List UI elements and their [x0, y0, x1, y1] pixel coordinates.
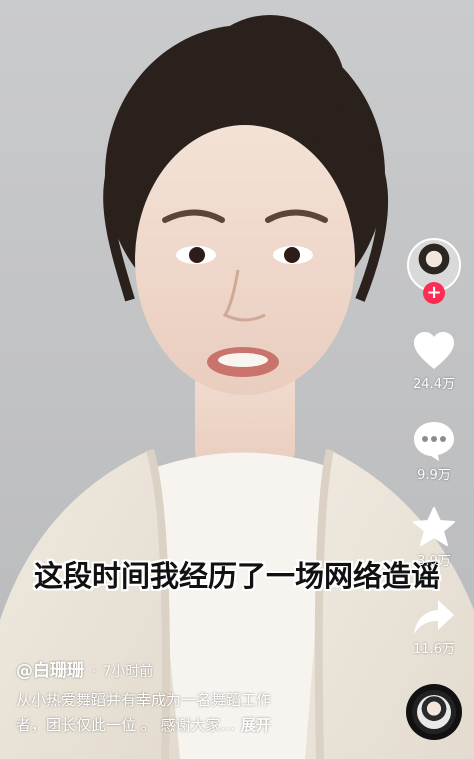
- music-disc-icon[interactable]: [406, 684, 462, 740]
- expand-caption-button[interactable]: 展开: [241, 716, 271, 734]
- meta-separator: ·: [92, 664, 97, 680]
- author-name[interactable]: @白珊珊: [16, 656, 84, 681]
- share-arrow-icon[interactable]: [412, 598, 456, 636]
- comment-button[interactable]: 9.9万: [402, 420, 466, 483]
- share-count: 11.6万: [413, 642, 455, 657]
- star-icon[interactable]: [412, 506, 456, 548]
- caption-meta: @白珊珊 · 7小时前: [16, 656, 396, 681]
- like-count: 24.4万: [413, 377, 455, 392]
- favorite-button[interactable]: 3.9万: [402, 506, 466, 569]
- heart-icon[interactable]: [412, 331, 456, 371]
- comment-count: 9.9万: [417, 468, 451, 483]
- music-disc-cover: [417, 695, 451, 729]
- comment-bubble-icon[interactable]: [412, 420, 456, 462]
- post-time: 7小时前: [102, 664, 154, 680]
- video-player-screen[interactable]: 这段时间我经历了一场网络造谣 + 24.4万 9.9万 3.9万 11.6万 @…: [0, 0, 474, 759]
- plus-icon[interactable]: +: [423, 282, 445, 304]
- author-avatar-button[interactable]: +: [407, 238, 461, 304]
- caption-line-2-wrap: 者，团长仅此一位 。 感谢大家... 展开: [16, 713, 396, 738]
- action-bar: + 24.4万 9.9万 3.9万 11.6万: [402, 0, 466, 759]
- like-button[interactable]: 24.4万: [402, 331, 466, 392]
- share-button[interactable]: 11.6万: [402, 598, 466, 657]
- video-caption: @白珊珊 · 7小时前 从小热爱舞蹈并有幸成为一名舞蹈工作 者，团长仅此一位 。…: [16, 656, 396, 738]
- caption-line-2: 者，团长仅此一位 。 感谢大家...: [16, 716, 235, 734]
- favorite-count: 3.9万: [417, 554, 451, 569]
- caption-line-1: 从小热爱舞蹈并有幸成为一名舞蹈工作: [16, 691, 272, 709]
- caption-text: 从小热爱舞蹈并有幸成为一名舞蹈工作 者，团长仅此一位 。 感谢大家... 展开: [16, 688, 396, 738]
